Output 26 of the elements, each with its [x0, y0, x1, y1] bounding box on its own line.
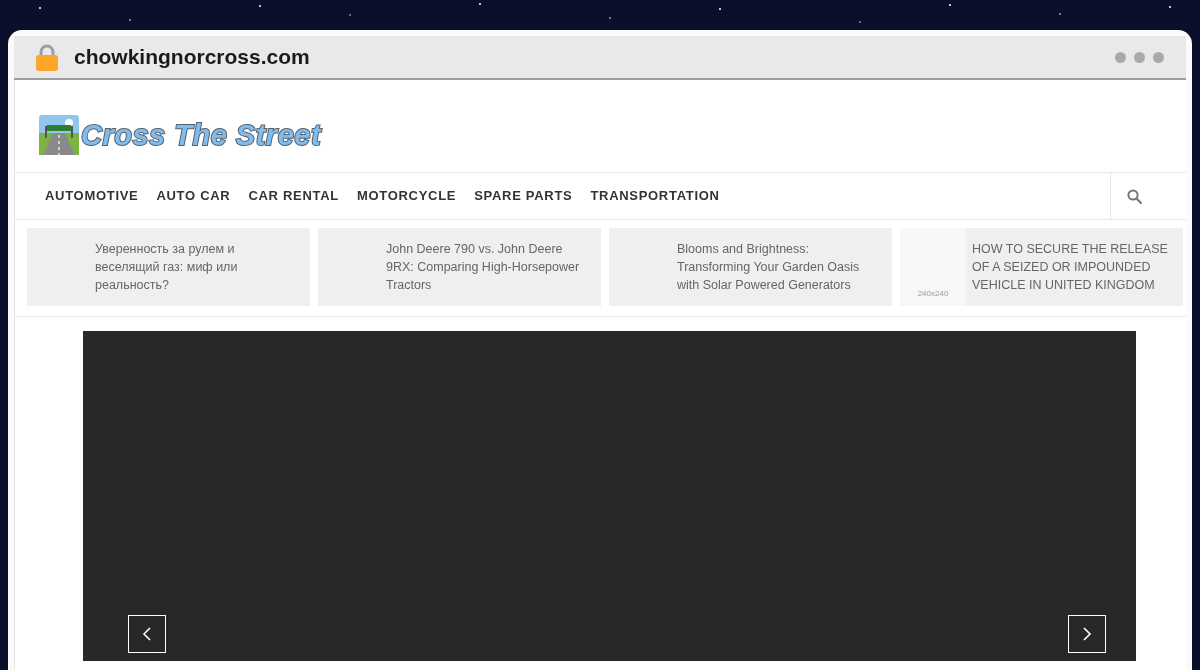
- chevron-left-icon: [142, 627, 152, 641]
- window-dot-icon[interactable]: [1115, 51, 1126, 63]
- menu-link[interactable]: MOTORCYCLE: [356, 186, 457, 206]
- next-slide-button[interactable]: [1068, 615, 1106, 653]
- article-title[interactable]: Уверенность за рулем и веселящий газ: миф или реальность?: [89, 240, 310, 294]
- article-title[interactable]: HOW TO SECURE THE RELEASE OF A SEIZED OR IMPOUNDED VEHICLE IN UNITED KINGDOM: [966, 240, 1183, 294]
- article-card[interactable]: Blooms and Brightness: Transforming Your Garden Oasis with Solar Powered Generators: [609, 228, 892, 306]
- menu-link[interactable]: AUTOMOTIVE: [45, 186, 139, 206]
- chevron-right-icon: [1082, 627, 1092, 641]
- article-card[interactable]: John Deere 790 vs. John Deere 9RX: Comparing High-Horsepower Tractors: [318, 228, 601, 306]
- article-title[interactable]: John Deere 790 vs. John Deere 9RX: Comparing High-Horsepower Tractors: [380, 240, 601, 294]
- window-dot-icon[interactable]: [1153, 51, 1164, 63]
- window-dot-icon[interactable]: [1134, 51, 1145, 63]
- article-card[interactable]: 240x240 HOW TO SECURE THE RELEASE OF A SEIZED OR IMPOUNDED VEHICLE IN UNITED KINGDOM: [900, 228, 1183, 306]
- article-title[interactable]: Blooms and Brightness: Transforming Your Garden Oasis with Solar Powered Generators: [671, 240, 892, 294]
- menu-link[interactable]: SPARE PARTS: [474, 186, 573, 206]
- highway-icon[interactable]: [39, 115, 79, 155]
- url-text[interactable]: chowkingnorcross.com: [74, 41, 310, 73]
- image-placeholder: 240x240: [900, 228, 966, 306]
- menu-link[interactable]: AUTO CAR: [156, 186, 231, 206]
- search-icon: [1127, 188, 1142, 204]
- lock-icon: [36, 43, 58, 71]
- article-card[interactable]: Уверенность за рулем и веселящий газ: миф или реальность?: [27, 228, 310, 306]
- menu-link[interactable]: CAR RENTAL: [248, 186, 339, 206]
- previous-slide-button[interactable]: [128, 615, 166, 653]
- menu-link[interactable]: TRANSPORTATION: [590, 186, 720, 206]
